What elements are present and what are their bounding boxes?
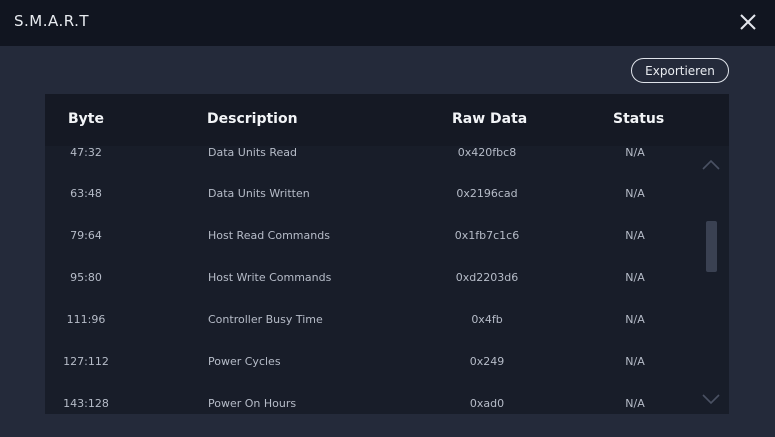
cell-status: N/A bbox=[625, 229, 645, 242]
cell-description: Controller Busy Time bbox=[208, 313, 323, 326]
header-description: Description bbox=[207, 111, 298, 127]
header-byte: Byte bbox=[68, 111, 104, 127]
scrollbar-thumb[interactable] bbox=[706, 221, 717, 272]
cell-status: N/A bbox=[625, 146, 645, 159]
cell-status: N/A bbox=[625, 397, 645, 410]
chevron-up-icon[interactable] bbox=[702, 156, 720, 170]
smart-table: Byte Description Raw Data Status 47:32 D… bbox=[45, 94, 729, 414]
cell-raw-data: 0x2196cad bbox=[456, 187, 518, 200]
table-row: 95:80 Host Write Commands 0xd2203d6 N/A bbox=[45, 271, 705, 313]
cell-description: Power On Hours bbox=[208, 397, 297, 410]
cell-status: N/A bbox=[625, 355, 645, 368]
table-row: 127:112 Power Cycles 0x249 N/A bbox=[45, 355, 705, 397]
cell-raw-data: 0xad0 bbox=[469, 397, 505, 410]
header-status: Status bbox=[613, 111, 665, 127]
title-bar: S.M.A.R.T bbox=[0, 0, 775, 46]
cell-description: Host Read Commands bbox=[208, 229, 330, 242]
table-row: 47:32 Data Units Read 0x420fbc8 N/A bbox=[45, 146, 705, 188]
cell-raw-data: 0xd2203d6 bbox=[455, 271, 519, 284]
smart-dialog: S.M.A.R.T Exportieren Byte Description R… bbox=[0, 0, 775, 437]
cell-description: Power Cycles bbox=[208, 355, 281, 368]
table-header: Byte Description Raw Data Status bbox=[45, 94, 729, 146]
cell-byte: 79:64 bbox=[70, 229, 102, 242]
cell-description: Host Write Commands bbox=[208, 271, 332, 284]
cell-byte: 143:128 bbox=[63, 397, 109, 410]
cell-byte: 111:96 bbox=[66, 313, 106, 326]
cell-status: N/A bbox=[625, 271, 645, 284]
cell-byte: 95:80 bbox=[70, 271, 102, 284]
cell-raw-data: 0x420fbc8 bbox=[457, 146, 517, 159]
table-body[interactable]: 47:32 Data Units Read 0x420fbc8 N/A 63:4… bbox=[45, 146, 729, 414]
close-icon[interactable] bbox=[737, 11, 759, 33]
dialog-title: S.M.A.R.T bbox=[14, 12, 90, 30]
cell-status: N/A bbox=[625, 313, 645, 326]
table-row: 63:48 Data Units Written 0x2196cad N/A bbox=[45, 187, 705, 229]
cell-status: N/A bbox=[625, 187, 645, 200]
cell-description: Data Units Written bbox=[208, 187, 310, 200]
export-button[interactable]: Exportieren bbox=[631, 58, 729, 83]
table-row: 111:96 Controller Busy Time 0x4fb N/A bbox=[45, 313, 705, 355]
cell-raw-data: 0x249 bbox=[469, 355, 505, 368]
cell-description: Data Units Read bbox=[208, 146, 298, 159]
header-raw-data: Raw Data bbox=[452, 111, 528, 127]
table-row: 79:64 Host Read Commands 0x1fb7c1c6 N/A bbox=[45, 229, 705, 271]
chevron-down-icon[interactable] bbox=[702, 390, 720, 405]
cell-byte: 63:48 bbox=[70, 187, 102, 200]
cell-byte: 47:32 bbox=[70, 146, 102, 159]
cell-raw-data: 0x4fb bbox=[471, 313, 503, 326]
table-row: 143:128 Power On Hours 0xad0 N/A bbox=[45, 397, 705, 414]
cell-raw-data: 0x1fb7c1c6 bbox=[454, 229, 520, 242]
cell-byte: 127:112 bbox=[63, 355, 109, 368]
